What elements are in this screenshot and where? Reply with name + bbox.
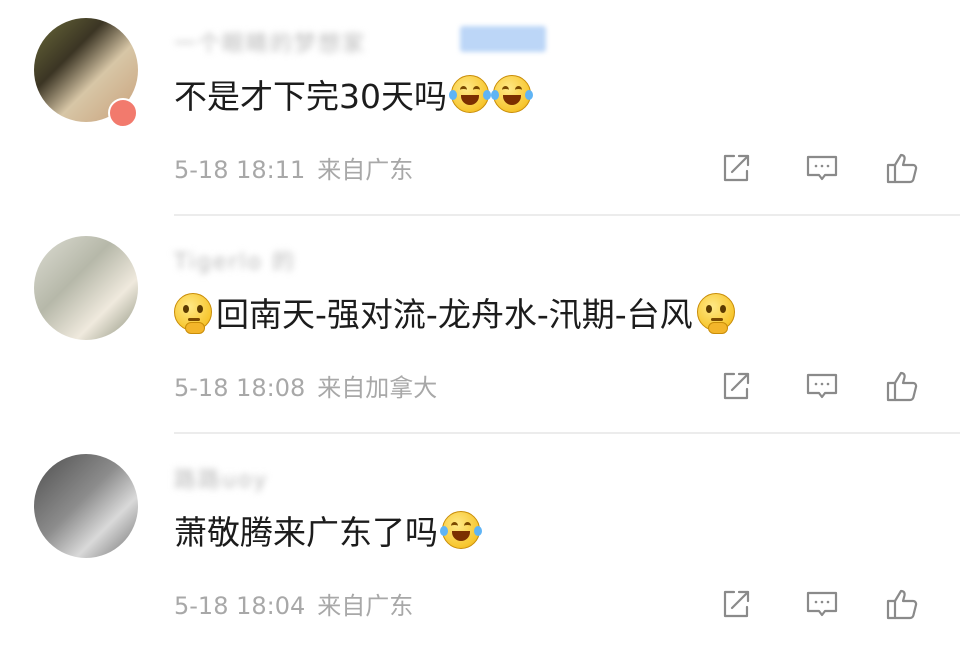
thumbs-up-icon (886, 371, 918, 402)
reply-button[interactable] (804, 368, 840, 404)
avatar[interactable] (34, 454, 138, 558)
like-button[interactable] (884, 368, 920, 404)
comment-item: Tigerlo 的 回南天-强对流-龙舟水-汛期-台风 5-18 18:08 来自… (0, 218, 960, 434)
thumbs-up-icon (886, 153, 918, 184)
share-icon (723, 154, 750, 182)
comment-item: 一个眼睛的梦想家 不是才下完30天吗 5-18 18:11 来自广东 (0, 0, 960, 216)
comment-item: 路路uoy 萧敬腾来广东了吗 5-18 18:04 来自广东 (0, 436, 960, 652)
verified-badge (108, 98, 138, 128)
comment-meta: 5-18 18:11 来自广东 (174, 150, 413, 185)
comment-meta: 5-18 18:04 来自广东 (174, 586, 413, 621)
laugh-cry-emoji (440, 511, 482, 549)
comment-meta: 5-18 18:08 来自加拿大 (174, 368, 437, 403)
share-icon (723, 590, 750, 618)
laugh-cry-emoji (449, 75, 491, 113)
comment-icon (806, 373, 838, 399)
reply-button[interactable] (804, 150, 840, 186)
timestamp: 5-18 18:08 (174, 374, 306, 402)
comment-icon (806, 591, 838, 617)
avatar[interactable] (34, 236, 138, 340)
comment-text: 回南天-强对流-龙舟水-汛期-台风 (174, 288, 735, 336)
share-icon (723, 372, 750, 400)
reply-button[interactable] (804, 586, 840, 622)
timestamp: 5-18 18:11 (174, 156, 306, 184)
timestamp: 5-18 18:04 (174, 592, 306, 620)
share-button[interactable] (718, 150, 754, 186)
thinking-emoji (174, 293, 212, 334)
user-tag-badge (460, 26, 546, 52)
share-button[interactable] (718, 586, 754, 622)
divider (174, 432, 960, 434)
share-button[interactable] (718, 368, 754, 404)
thinking-emoji (696, 293, 735, 334)
comment-body: 回南天-强对流-龙舟水-汛期-台风 (216, 295, 693, 334)
location: 来自广东 (317, 156, 414, 184)
location: 来自广东 (317, 592, 414, 620)
divider (174, 214, 960, 216)
location: 来自加拿大 (317, 374, 438, 402)
username[interactable]: 一个眼睛的梦想家 (174, 26, 366, 58)
comment-icon (806, 155, 838, 181)
like-button[interactable] (884, 586, 920, 622)
comment-body: 萧敬腾来广东了吗 (174, 513, 438, 552)
username[interactable]: Tigerlo 的 (174, 244, 296, 276)
comment-text: 萧敬腾来广东了吗 (174, 506, 482, 554)
comment-text: 不是才下完30天吗 (174, 70, 533, 118)
like-button[interactable] (884, 150, 920, 186)
username[interactable]: 路路uoy (174, 462, 268, 494)
thumbs-up-icon (886, 589, 918, 620)
comment-body: 不是才下完30天吗 (174, 77, 447, 116)
laugh-cry-emoji (491, 75, 533, 113)
